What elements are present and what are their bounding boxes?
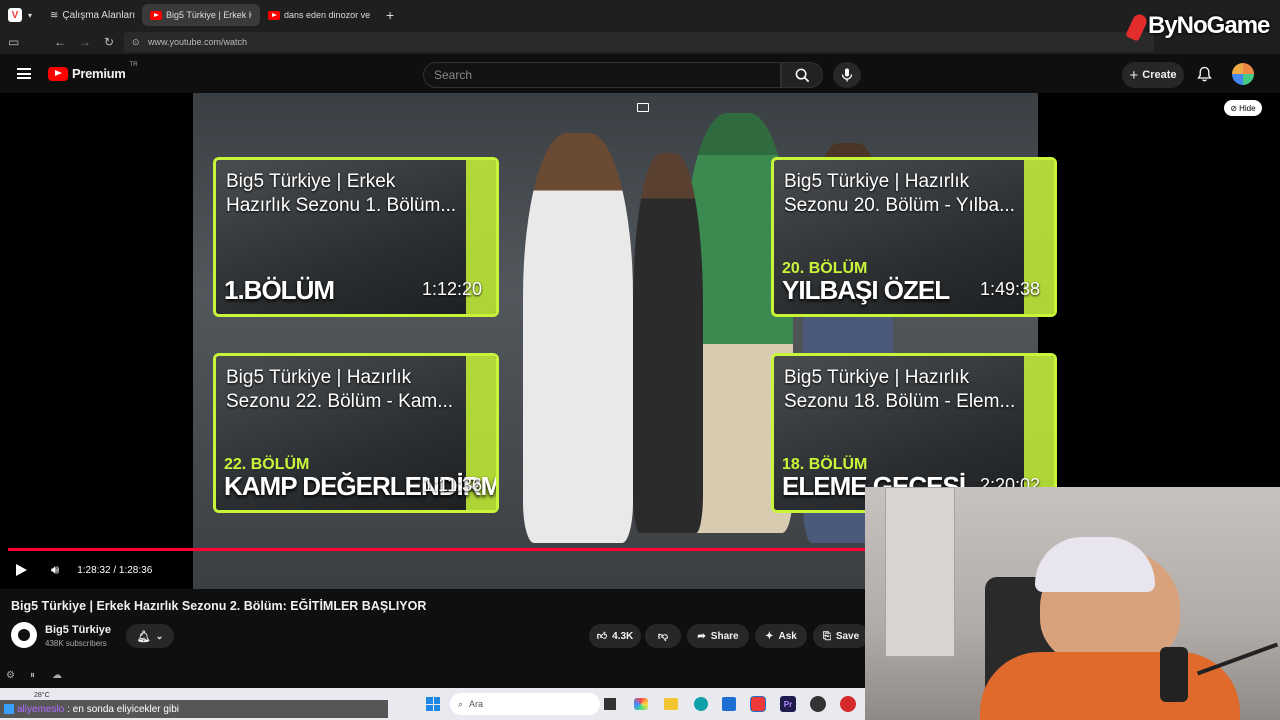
pip-icon[interactable] — [637, 103, 649, 112]
store-icon[interactable] — [722, 697, 736, 711]
card-title: Sezonu 18. Bölüm - Elem... — [784, 391, 1016, 412]
end-screen-card[interactable]: Big5 Türkiye | Hazırlık Sezonu 20. Bölüm… — [771, 157, 1057, 317]
chevron-down-icon[interactable]: ▾ — [28, 11, 32, 20]
menu-icon[interactable] — [17, 68, 31, 79]
webcam-microphone — [1160, 647, 1188, 702]
bell-icon: 🔔︎ — [136, 630, 151, 643]
new-tab-icon[interactable]: + — [386, 7, 394, 23]
forward-icon[interactable]: → — [79, 35, 91, 49]
card-title: Big5 Türkiye | Erkek — [226, 171, 396, 192]
tab-workspaces[interactable]: ≋ Çalışma Alanları ▾ — [42, 4, 138, 26]
taskbar-app-icon[interactable] — [604, 698, 616, 710]
player-controls: 🔊︎ 1:28:32 / 1:28:36 — [0, 557, 152, 583]
youtube-header: Premium TR Search + Create — [0, 54, 1280, 93]
search-icon: ⌕ — [458, 698, 464, 709]
premiere-icon[interactable]: Pr — [780, 696, 796, 712]
youtube-favicon-icon — [268, 10, 281, 20]
gear-icon[interactable]: ⚙ — [6, 670, 15, 681]
edge-icon[interactable] — [694, 697, 708, 711]
search-input[interactable]: Search — [423, 62, 781, 88]
channel-logo-icon — [18, 629, 30, 641]
hide-button[interactable]: ⊘ Hide — [1224, 100, 1262, 116]
save-button[interactable]: ⎘ Save — [813, 624, 869, 648]
card-caption: YILBAŞI ÖZEL — [782, 275, 950, 305]
video-title: Big5 Türkiye | Erkek Hazırlık Sezonu 2. … — [11, 599, 427, 613]
webcam-shirt — [980, 652, 1240, 720]
microphone-icon — [841, 68, 853, 82]
card-title: Sezonu 20. Bölüm - Yılba... — [784, 195, 1015, 216]
chevron-down-icon: ⌄ — [155, 630, 164, 641]
video-person — [523, 133, 633, 543]
end-screen-card[interactable]: Big5 Türkiye | Hazırlık Sezonu 22. Bölüm… — [213, 353, 499, 513]
tab-dinozor[interactable]: dans eden dinozor ve kurba — [260, 4, 380, 26]
browser-tab-bar: V ▾ ≋ Çalışma Alanları ▾ Big5 Türkiye | … — [0, 0, 1280, 30]
channel-name[interactable]: Big5 Türkiye — [45, 624, 111, 636]
url-field[interactable]: ⊙ www.youtube.com/watch — [124, 32, 1154, 52]
card-title: Sezonu 22. Bölüm - Kam... — [226, 391, 454, 412]
voice-search-button[interactable] — [833, 62, 861, 88]
bynogame-watermark: ByNoGame — [1125, 11, 1270, 42]
card-duration: 1:12:20 — [421, 279, 482, 299]
site-info-icon: ⊙ — [132, 36, 140, 47]
create-button[interactable]: + Create — [1122, 62, 1184, 88]
bookmark-icon: ⎘ — [822, 630, 831, 642]
youtube-logo[interactable]: Premium TR — [48, 62, 138, 81]
search-icon — [795, 68, 809, 82]
card-title: Hazırlık Sezonu 1. Bölüm... — [226, 195, 457, 216]
panel-toggle-icon[interactable]: ▭ — [8, 35, 19, 49]
eye-off-icon: ⊘ — [1230, 103, 1238, 113]
like-button[interactable]: 👍︎ 4.3K — [589, 624, 641, 648]
layers-icon: ≋ — [50, 9, 59, 21]
webcam-cap — [1035, 537, 1155, 592]
taskbar-app-icon[interactable] — [634, 698, 648, 710]
thumbs-up-icon: 👍︎ — [596, 631, 608, 642]
subscribe-bell-button[interactable]: 🔔︎ ⌄ — [126, 624, 174, 648]
chat-badge-icon — [4, 704, 14, 714]
vivaldi-icon[interactable] — [750, 696, 766, 712]
webcam-overlay — [865, 487, 1280, 720]
video-person — [633, 153, 703, 533]
subscriber-count: 438K subscribers — [45, 639, 107, 648]
card-duration: 1:11:36 — [423, 475, 482, 495]
tab-big5[interactable]: Big5 Türkiye | Erkek Hazırlık — [142, 4, 261, 26]
search-button[interactable] — [781, 62, 823, 88]
card-duration: 1:49:38 — [979, 279, 1040, 299]
weather-label: 28°C — [34, 692, 50, 699]
volume-icon[interactable]: 🔊︎ — [51, 562, 59, 578]
taskbar-search[interactable]: ⌕ Ara — [450, 693, 600, 715]
card-caption: 1.BÖLÜM — [224, 275, 335, 305]
plus-icon: + — [1129, 66, 1139, 84]
youtube-favicon-icon — [150, 10, 163, 20]
taskbar-app-icon[interactable] — [840, 696, 856, 712]
vivaldi-logo-icon[interactable]: V — [8, 8, 22, 22]
back-icon[interactable]: ← — [54, 35, 66, 49]
thumbs-down-icon: 👎︎ — [657, 631, 669, 642]
folder-icon[interactable] — [664, 698, 678, 710]
card-title: Big5 Türkiye | Hazırlık — [226, 367, 412, 388]
windows-start-icon[interactable] — [426, 697, 440, 711]
youtube-play-logo-icon — [48, 66, 68, 81]
pause-icon[interactable]: ⏸︎ — [30, 670, 35, 681]
channel-avatar[interactable] — [11, 622, 37, 648]
share-button[interactable]: ➦ Share — [687, 624, 749, 648]
reload-icon[interactable]: ↻ — [104, 35, 114, 49]
address-bar-row: ▭ ← → ↻ ⊙ www.youtube.com/watch — [0, 30, 1280, 54]
tray-strip: ⚙ ⏸︎ ☁ — [0, 667, 865, 687]
share-icon: ➦ — [697, 630, 706, 642]
chat-username: aliyemeslo — [17, 703, 65, 715]
end-screen-card[interactable]: Big5 Türkiye | Erkek Hazırlık Sezonu 1. … — [213, 157, 499, 317]
avatar[interactable] — [1232, 63, 1254, 85]
card-title: Big5 Türkiye | Hazırlık — [784, 171, 970, 192]
play-icon[interactable] — [16, 564, 27, 576]
card-title: Big5 Türkiye | Hazırlık — [784, 367, 970, 388]
webcam-door — [885, 487, 955, 657]
chat-message: aliyemeslo : en sonda eliyicekler gibi — [0, 700, 388, 718]
obs-icon[interactable] — [810, 696, 826, 712]
sparkle-icon: ✦ — [765, 630, 774, 642]
dislike-button[interactable]: 👎︎ — [645, 624, 681, 648]
chat-text: : en sonda eliyicekler gibi — [67, 703, 179, 715]
notifications-icon[interactable] — [1197, 66, 1212, 87]
ask-button[interactable]: ✦ Ask — [755, 624, 807, 648]
cloud-icon[interactable]: ☁ — [52, 670, 62, 681]
